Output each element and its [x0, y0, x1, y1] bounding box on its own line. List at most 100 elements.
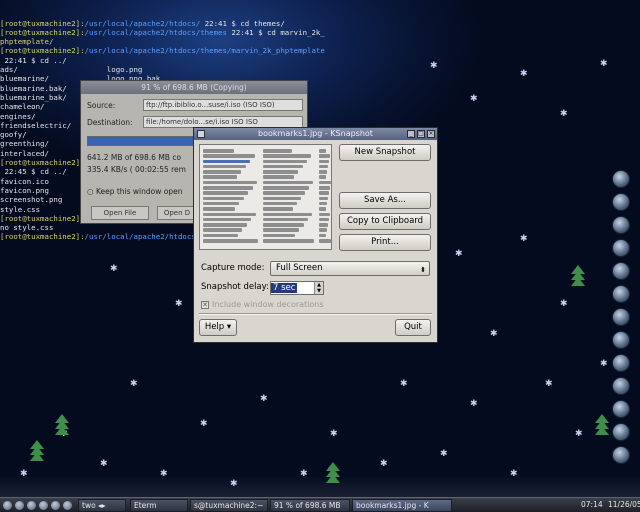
preview-row	[203, 201, 240, 206]
terminal-icon[interactable]	[612, 170, 630, 188]
terminal-path: /usr/local/apache2/htdocs/themes	[84, 27, 227, 37]
search-icon[interactable]	[612, 354, 630, 372]
home-icon[interactable]	[612, 285, 630, 303]
preview-row	[319, 175, 327, 179]
star-icon: ✱	[175, 299, 183, 309]
preview-row	[319, 159, 330, 164]
konqueror-icon[interactable]	[612, 193, 630, 211]
preview-row	[319, 201, 327, 206]
transfer-size-text: 641.2 MB of 698.6 MB co	[87, 153, 182, 162]
quit-button[interactable]: Quit	[395, 319, 431, 336]
preview-row	[203, 217, 252, 222]
snapshot-preview[interactable]	[199, 144, 332, 250]
preview-row	[203, 186, 253, 190]
media-icon[interactable]	[612, 331, 630, 349]
preview-row	[319, 170, 328, 174]
print-button[interactable]: Print...	[339, 234, 431, 251]
taskbar-task[interactable]: 91 % of 698.6 MB	[270, 499, 350, 512]
snow-ground	[0, 474, 640, 498]
kde-menu-icon[interactable]	[3, 501, 12, 510]
terminal-rest: no style.css	[0, 223, 54, 233]
keep-open-label: Keep this window open	[95, 187, 183, 196]
open-file-button[interactable]: Open File	[91, 206, 149, 220]
terminal-rest: engines/	[0, 111, 36, 121]
taskbar-task[interactable]: bookmarks1.jpg - K	[352, 499, 452, 512]
terminal-rest: 22:41 $ cd ../	[0, 55, 67, 65]
taskbar-task[interactable]: s@tuxmachine2:~	[190, 499, 268, 512]
preview-row	[319, 186, 330, 190]
snapshot-delay-spinbox[interactable]: 7 sec ▲ ▼	[270, 281, 324, 295]
window-menu-icon[interactable]	[197, 130, 205, 138]
close-icon[interactable]: ×	[427, 130, 435, 138]
star-icon: ✱	[560, 109, 568, 119]
ksnapshot-window[interactable]: bookmarks1.jpg - KSnapshot _ □ × New Sna…	[193, 127, 438, 343]
preview-row	[203, 207, 235, 211]
trash-icon[interactable]	[612, 446, 630, 464]
office-icon[interactable]	[612, 377, 630, 395]
include-decorations-checkbox[interactable]: ✕	[201, 301, 209, 309]
open-destination-button[interactable]: Open D	[157, 206, 197, 220]
preview-row	[263, 217, 308, 222]
globe-icon[interactable]	[612, 262, 630, 280]
preview-row	[203, 228, 243, 232]
save-as-button[interactable]: Save As...	[339, 192, 431, 209]
taskbar-task[interactable]: Eterm	[130, 499, 188, 512]
star-icon: ✱	[510, 469, 518, 479]
preview-row	[203, 223, 247, 227]
terminal-rest: bluemarine_bak/	[0, 92, 67, 102]
star-icon: ✱	[20, 469, 28, 479]
help-button[interactable]: Help ▾	[199, 319, 237, 336]
terminal-rest: favicon.png	[0, 185, 49, 195]
divider	[199, 313, 432, 315]
preview-row	[263, 164, 303, 169]
terminal-prompt: [root@tuxmachine2]:	[0, 27, 85, 37]
settings-icon[interactable]	[612, 308, 630, 326]
mail-icon[interactable]	[612, 216, 630, 234]
maximize-icon[interactable]: □	[417, 130, 425, 138]
preview-row	[319, 164, 329, 169]
preview-row	[203, 239, 259, 243]
star-icon: ✱	[600, 59, 608, 69]
terminal-line: [root@tuxmachine2]:/usr/local/apache2/ht…	[0, 19, 400, 28]
source-field: ftp://ftp.ibiblio.o...suse/i.iso (ISO IS…	[143, 99, 303, 111]
preview-column-right	[319, 149, 331, 244]
terminal-prompt: [root@tuxmachine2]:	[0, 18, 85, 28]
terminal-rest: interlaced/	[0, 148, 49, 158]
folder-icon[interactable]	[612, 423, 630, 441]
preview-row	[263, 196, 301, 201]
terminal-icon[interactable]	[27, 501, 36, 510]
terminal-prompt: [root@tuxmachine2]:	[0, 158, 85, 168]
preview-row	[263, 207, 293, 211]
terminal-rest: style.css	[0, 204, 41, 214]
mail-icon[interactable]	[51, 501, 60, 510]
network-icon[interactable]	[612, 239, 630, 257]
destination-label: Destination:	[87, 118, 133, 127]
terminal-prompt: [root@tuxmachine2]:	[0, 213, 85, 223]
desktop-switcher[interactable]: two ◂▸	[78, 499, 126, 512]
terminal-rest: friendselectric/	[0, 120, 72, 130]
ksnapshot-titlebar[interactable]: bookmarks1.jpg - KSnapshot _ □ ×	[194, 128, 437, 140]
home-icon[interactable]	[15, 501, 24, 510]
new-snapshot-button[interactable]: New Snapshot	[339, 144, 431, 161]
terminal-prompt: [root@tuxmachine2]:	[0, 232, 85, 242]
chevron-updown-icon: ⬍	[420, 266, 426, 274]
preview-row	[203, 164, 246, 169]
terminal-line: [root@tuxmachine2]:/usr/local/apache2/ht…	[0, 46, 400, 55]
terminal-prompt: [root@tuxmachine2]:	[0, 46, 85, 56]
snapshot-delay-value: 7 sec	[271, 283, 298, 293]
copy-to-clipboard-button[interactable]: Copy to Clipboard	[339, 213, 431, 230]
taskbar: two ◂▸ Eterm s@tuxmachine2:~ 91 % of 698.6…	[0, 497, 640, 512]
browser-icon[interactable]	[39, 501, 48, 510]
minimize-icon[interactable]: _	[407, 130, 415, 138]
source-label: Source:	[87, 101, 116, 110]
spin-arrows-icon[interactable]: ▲ ▼	[314, 282, 323, 294]
keep-open-option[interactable]: ○ Keep this window open	[87, 187, 182, 196]
star-icon: ✱	[200, 419, 208, 429]
terminal-rest: 22:41 $ cd marvin_2k_	[226, 27, 325, 37]
image-icon[interactable]	[612, 400, 630, 418]
star-icon: ✱	[430, 61, 438, 71]
preview-row	[263, 201, 297, 206]
capture-mode-select[interactable]: Full Screen ⬍	[270, 261, 430, 276]
star-icon: ✱	[470, 94, 478, 104]
settings-icon[interactable]	[63, 501, 72, 510]
